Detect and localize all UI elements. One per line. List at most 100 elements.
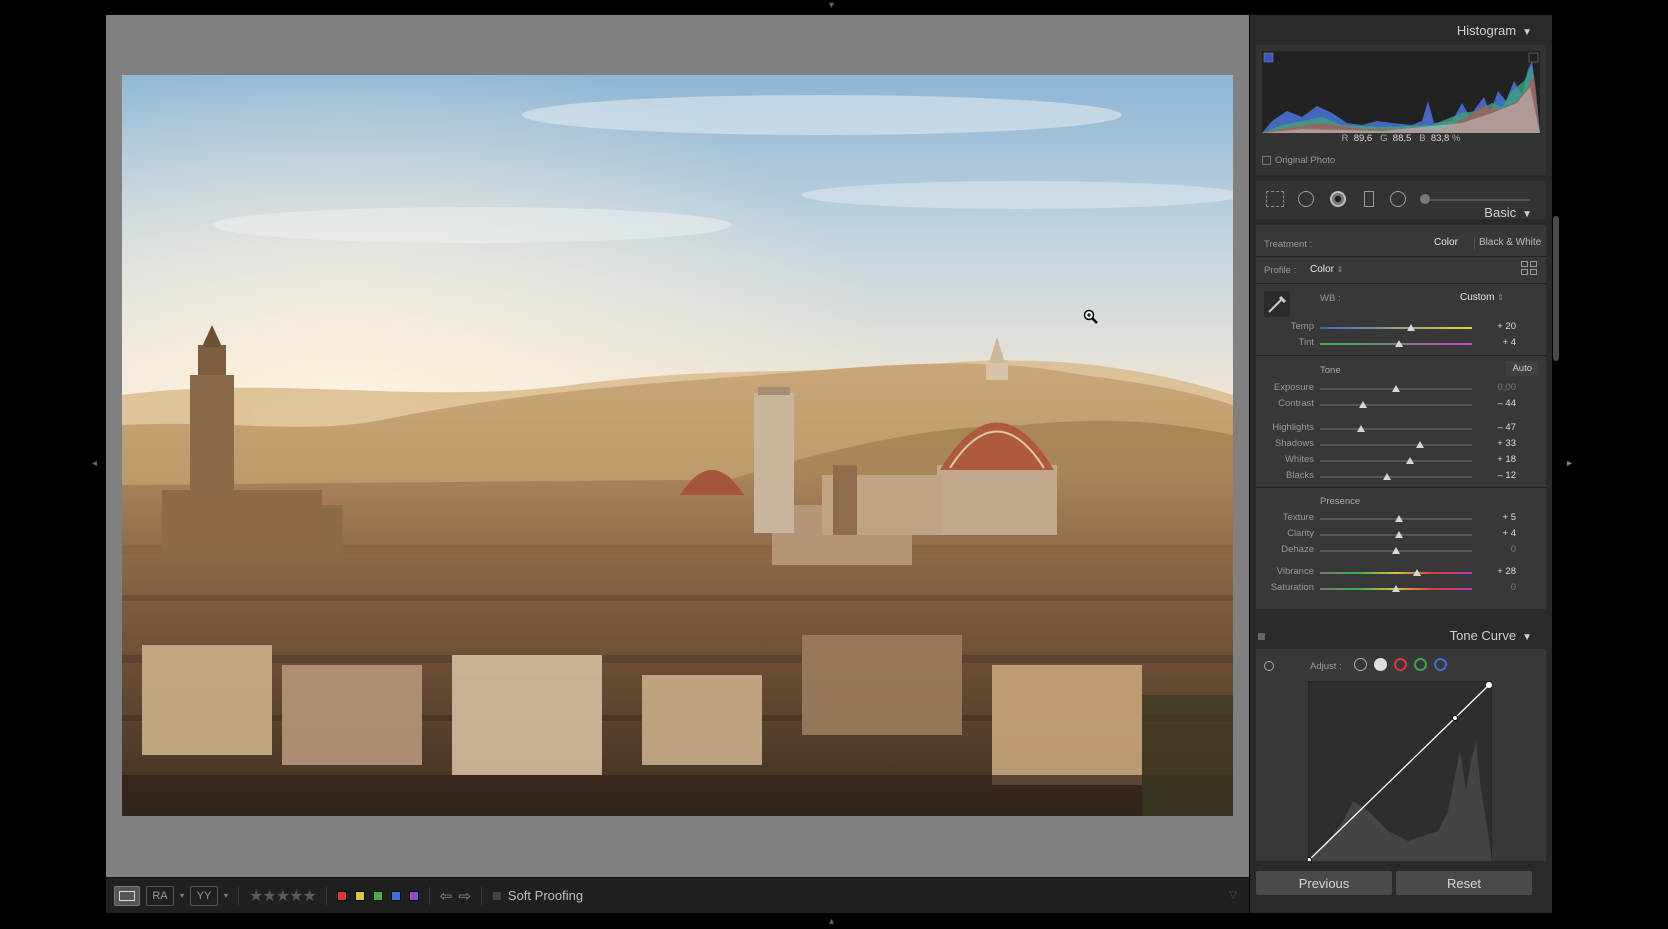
color-label-swatch-5[interactable] bbox=[408, 890, 419, 901]
compare-dropdown-icon[interactable]: ▾ bbox=[224, 891, 228, 900]
vibrance-value[interactable]: + 28 bbox=[1476, 566, 1516, 577]
previous-button[interactable]: Previous bbox=[1256, 871, 1392, 895]
exposure-slider-thumb[interactable] bbox=[1392, 385, 1400, 392]
spot-removal-icon[interactable] bbox=[1298, 191, 1314, 207]
clarity-label: Clarity bbox=[1287, 528, 1314, 539]
exposure-value[interactable]: 0,00 bbox=[1476, 382, 1517, 393]
blacks-slider-thumb[interactable] bbox=[1382, 473, 1391, 480]
next-photo-icon[interactable]: ⇨ bbox=[458, 887, 471, 905]
vibrance-slider-thumb[interactable] bbox=[1413, 569, 1422, 576]
photo-viewer[interactable] bbox=[106, 15, 1249, 877]
top-panel-toggle-icon[interactable]: ▾ bbox=[829, 0, 834, 11]
basic-header[interactable]: Basic ▼ bbox=[1484, 205, 1532, 220]
red-channel-icon[interactable] bbox=[1394, 658, 1407, 671]
collapse-triangle-icon: ▼ bbox=[1522, 632, 1532, 643]
tone-curve-graph[interactable] bbox=[1308, 681, 1492, 861]
red-eye-icon[interactable] bbox=[1330, 191, 1346, 207]
panel-scrollbar[interactable] bbox=[1553, 216, 1559, 361]
blacks-slider[interactable] bbox=[1320, 476, 1472, 478]
before-after-dropdown-icon[interactable]: ▾ bbox=[180, 891, 184, 900]
compare-view-button[interactable]: YY bbox=[190, 885, 219, 906]
dropdown-arrows-icon: ⇕ bbox=[1497, 293, 1504, 302]
reset-button[interactable]: Reset bbox=[1396, 871, 1532, 895]
parametric-curve-icon[interactable] bbox=[1354, 658, 1367, 671]
clarity-value[interactable]: + 4 bbox=[1476, 528, 1516, 539]
left-panel-toggle-icon[interactable]: ◂ bbox=[92, 458, 97, 469]
original-photo-checkbox[interactable] bbox=[1262, 156, 1271, 165]
grid-icon[interactable] bbox=[1521, 261, 1538, 276]
histogram-graph[interactable] bbox=[1262, 51, 1540, 133]
temp-value[interactable]: + 20 bbox=[1476, 321, 1516, 332]
panel-switch-icon[interactable] bbox=[1258, 633, 1265, 640]
saturation-slider-thumb[interactable] bbox=[1392, 585, 1400, 592]
target-adjust-icon[interactable] bbox=[1264, 661, 1274, 671]
whites-slider[interactable] bbox=[1320, 460, 1472, 462]
color-label-swatch-1[interactable] bbox=[336, 890, 347, 901]
contrast-slider[interactable] bbox=[1320, 404, 1472, 406]
texture-value[interactable]: + 5 bbox=[1476, 512, 1516, 523]
blacks-slider-row: Blacks – 12 bbox=[1256, 470, 1546, 484]
photo-florence[interactable] bbox=[122, 75, 1233, 816]
radial-filter-icon[interactable] bbox=[1390, 191, 1406, 207]
divider bbox=[1256, 355, 1546, 356]
contrast-slider-thumb[interactable] bbox=[1358, 401, 1367, 408]
blacks-label: Blacks bbox=[1286, 470, 1314, 481]
before-after-button[interactable]: RA bbox=[146, 885, 174, 906]
toolbar-divider bbox=[238, 886, 240, 905]
eyedropper-icon[interactable] bbox=[1264, 291, 1290, 317]
saturation-value[interactable]: 0 bbox=[1476, 582, 1516, 593]
right-panel-toggle-icon[interactable]: ▸ bbox=[1567, 458, 1572, 469]
treatment-bw-button[interactable]: Black & White bbox=[1479, 237, 1541, 248]
color-label-swatch-2[interactable] bbox=[354, 890, 365, 901]
treatment-color-button[interactable]: Color bbox=[1434, 237, 1458, 248]
loupe-view-button[interactable] bbox=[114, 885, 140, 906]
point-curve-white-icon[interactable] bbox=[1374, 658, 1387, 671]
shadows-value[interactable]: + 33 bbox=[1476, 438, 1516, 449]
toolbar-menu-icon[interactable]: ▽ bbox=[1229, 890, 1237, 901]
shadows-slider[interactable] bbox=[1320, 444, 1472, 446]
tint-value[interactable]: + 4 bbox=[1476, 337, 1516, 348]
before-after-label: RA bbox=[152, 889, 168, 902]
blue-channel-icon[interactable] bbox=[1434, 658, 1447, 671]
auto-tone-button[interactable]: Auto bbox=[1506, 361, 1538, 376]
whites-value[interactable]: + 18 bbox=[1476, 454, 1516, 465]
temp-slider-thumb[interactable] bbox=[1407, 324, 1416, 331]
original-photo-toggle[interactable]: Original Photo bbox=[1262, 155, 1335, 166]
wb-dropdown[interactable]: Custom ⇕ bbox=[1460, 292, 1504, 303]
tint-slider-thumb[interactable] bbox=[1395, 340, 1404, 347]
develop-right-panel: Histogram ▼ R 89,6 G 88,5 B 83,8 % Origin… bbox=[1250, 15, 1552, 913]
crop-tool-icon[interactable] bbox=[1266, 191, 1284, 207]
brush-slider-knob[interactable] bbox=[1420, 194, 1430, 204]
shadows-slider-thumb[interactable] bbox=[1416, 441, 1425, 448]
texture-slider-thumb[interactable] bbox=[1395, 515, 1404, 522]
green-channel-icon[interactable] bbox=[1414, 658, 1427, 671]
collapse-triangle-icon: ▼ bbox=[1522, 27, 1532, 38]
dehaze-slider-thumb[interactable] bbox=[1392, 547, 1400, 554]
vibrance-slider[interactable] bbox=[1320, 572, 1472, 574]
clarity-slider-thumb[interactable] bbox=[1395, 531, 1404, 538]
star-rating[interactable]: ★★★★★ bbox=[249, 886, 317, 906]
tint-label: Tint bbox=[1298, 337, 1314, 348]
color-label-swatch-4[interactable] bbox=[390, 890, 401, 901]
dehaze-value[interactable]: 0 bbox=[1476, 544, 1516, 555]
temp-slider[interactable] bbox=[1320, 327, 1472, 329]
highlights-value[interactable]: – 47 bbox=[1476, 422, 1517, 433]
divider bbox=[1256, 487, 1546, 488]
soft-proofing-checkbox[interactable] bbox=[491, 890, 502, 901]
whites-slider-thumb[interactable] bbox=[1405, 457, 1414, 464]
highlights-slider-thumb[interactable] bbox=[1357, 425, 1366, 432]
highlights-slider[interactable] bbox=[1320, 428, 1472, 430]
color-label-swatch-3[interactable] bbox=[372, 890, 383, 901]
bottom-panel-toggle-icon[interactable]: ▴ bbox=[829, 916, 834, 927]
graduated-filter-icon[interactable] bbox=[1364, 191, 1374, 207]
contrast-value[interactable]: – 44 bbox=[1476, 398, 1517, 409]
tone-curve-header[interactable]: Tone Curve ▼ bbox=[1450, 628, 1532, 643]
histogram-header[interactable]: Histogram ▼ bbox=[1457, 23, 1532, 38]
profile-dropdown[interactable]: Color ⇕ bbox=[1310, 264, 1343, 275]
loupe-view-icon bbox=[119, 890, 135, 901]
previous-photo-icon[interactable]: ⇦ bbox=[440, 887, 453, 905]
shadows-label: Shadows bbox=[1274, 438, 1314, 449]
presence-section-label: Presence bbox=[1320, 496, 1361, 507]
blacks-value[interactable]: – 12 bbox=[1476, 470, 1517, 481]
brush-slider[interactable] bbox=[1420, 199, 1530, 201]
